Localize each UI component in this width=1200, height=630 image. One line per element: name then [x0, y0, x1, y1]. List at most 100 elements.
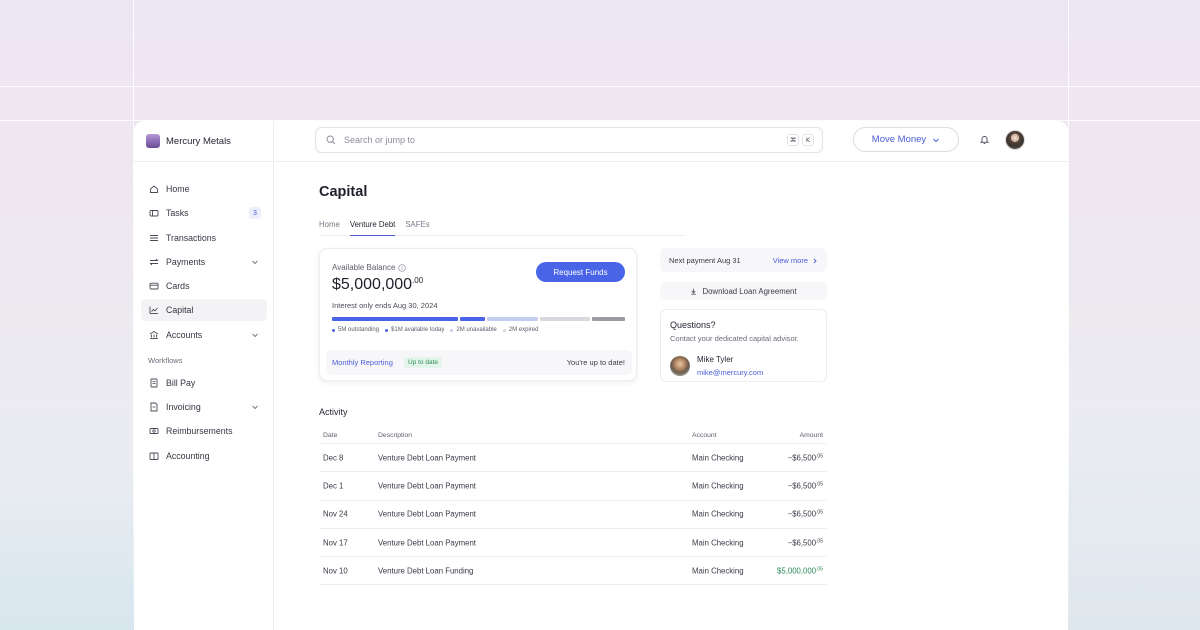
main-content: Capital Home Venture Debt SAFEs Available …	[275, 162, 1068, 630]
table-row[interactable]: Nov 24 Venture Debt Loan Payment Main Chec…	[319, 501, 827, 529]
legend-dot	[502, 328, 506, 332]
progress-segment	[539, 317, 591, 321]
sidebar-item-label: Cards	[166, 281, 190, 292]
move-money-button[interactable]: Move Money	[853, 127, 959, 152]
user-avatar[interactable]	[1005, 130, 1025, 150]
legend-label: $1M available today	[391, 327, 445, 333]
sidebar-item-reimbursements[interactable]: Reimbursements	[141, 420, 267, 442]
sidebar-nav: Home Tasks 3 Transactions Payments Cards Capit…	[141, 178, 267, 469]
topbar: Search or jump to ⌘ K Move Money	[275, 121, 1068, 162]
balance-progress-bar	[332, 317, 625, 321]
k-key: K	[802, 134, 814, 146]
activity-title: Activity	[319, 407, 348, 417]
view-more-link[interactable]: View more	[773, 256, 818, 265]
row-account: Main Checking	[692, 566, 744, 576]
bank-icon	[148, 329, 159, 340]
table-row[interactable]: Nov 17 Venture Debt Loan Payment Main Chec…	[319, 529, 827, 558]
info-icon[interactable]	[398, 263, 407, 272]
tab-venture-debt[interactable]: Venture Debt	[349, 218, 396, 236]
bell-icon[interactable]	[979, 134, 990, 145]
column-header-description[interactable]: Description	[378, 432, 412, 439]
monthly-reporting-link[interactable]: Monthly Reporting	[332, 358, 393, 367]
brand-logo	[146, 134, 160, 148]
legend-dot	[385, 328, 389, 332]
row-amount-cents: .05	[816, 453, 823, 460]
reporting-row: Monthly Reporting Up to date You're up t…	[326, 350, 632, 375]
background-glow	[0, 470, 134, 630]
background-gridline	[0, 86, 1200, 87]
balance-label-text: Available Balance	[332, 263, 396, 272]
sidebar-item-home[interactable]: Home	[141, 178, 267, 200]
sidebar-item-invoicing[interactable]: Invoicing	[141, 396, 267, 418]
next-payment-label: Next payment Aug 31	[669, 256, 741, 265]
sidebar-item-label: Accounts	[166, 329, 203, 340]
sidebar-item-transactions[interactable]: Transactions	[141, 227, 267, 249]
advisor-avatar	[670, 356, 690, 376]
view-more-label: View more	[772, 256, 808, 265]
brand[interactable]: Mercury Metals	[146, 132, 231, 150]
column-header-amount[interactable]: Amount	[800, 432, 823, 439]
row-description: Venture Debt Loan Payment	[378, 481, 476, 491]
download-icon	[691, 288, 697, 295]
row-amount-cents: .05	[816, 538, 823, 545]
status-badge: Up to date	[404, 357, 442, 368]
sidebar-item-label: Capital	[166, 305, 194, 316]
chevron-down-icon[interactable]	[250, 257, 260, 267]
advisor-email-link[interactable]: mike@mercury.com	[697, 368, 763, 377]
card-icon	[148, 281, 159, 292]
search-input[interactable]: Search or jump to ⌘ K	[315, 127, 823, 153]
balance-card: Available Balance $5,000,000.00 Request …	[319, 248, 637, 381]
balance-amount-main: $5,000,000	[332, 276, 413, 293]
advisor-card: Questions? Contact your dedicated capita…	[660, 309, 827, 382]
row-amount-cents: .05	[816, 566, 823, 573]
table-row[interactable]: Dec 1 Venture Debt Loan Payment Main Check…	[319, 472, 827, 501]
reporting-status: You're up to date!	[566, 358, 625, 367]
legend-item: 5M outstanding	[332, 327, 379, 333]
questions-title: Questions?	[670, 320, 716, 330]
progress-segment	[332, 317, 459, 321]
column-header-date[interactable]: Date	[323, 432, 337, 439]
bill-icon	[148, 377, 159, 388]
row-account: Main Checking	[692, 481, 744, 491]
chart-icon	[148, 305, 159, 316]
row-account: Main Checking	[692, 453, 744, 463]
sidebar-item-label: Reimbursements	[166, 426, 233, 437]
column-header-account[interactable]: Account	[692, 432, 717, 439]
table-header: Date Description Account Amount	[319, 428, 827, 444]
legend-item: 2M expired	[502, 327, 538, 333]
chevron-down-icon[interactable]	[250, 402, 260, 412]
chevron-down-icon[interactable]	[250, 330, 260, 340]
book-icon	[148, 450, 159, 461]
sidebar-item-capital[interactable]: Capital	[141, 299, 267, 322]
command-key: ⌘	[787, 134, 799, 146]
shortcut-hint: ⌘ K	[787, 134, 814, 146]
sidebar-item-accounts[interactable]: Accounts	[141, 324, 267, 346]
sidebar-item-label: Tasks	[166, 208, 189, 219]
balance-label: Available Balance	[332, 263, 407, 272]
tab-safes[interactable]: SAFEs	[405, 218, 429, 236]
page-title: Capital	[319, 184, 368, 200]
row-amount-cents: .05	[816, 509, 823, 516]
transfer-icon	[148, 256, 159, 267]
table-row[interactable]: Dec 8 Venture Debt Loan Payment Main Check…	[319, 444, 827, 473]
count-badge: 3	[249, 207, 261, 220]
sidebar-item-payments[interactable]: Payments	[141, 251, 267, 273]
move-money-label: Move Money	[871, 134, 927, 145]
row-amount-main: −$6,500	[787, 481, 817, 491]
interest-note: Interest only ends Aug 30, 2024	[332, 301, 438, 310]
row-amount-main: −$6,500	[787, 453, 817, 463]
row-amount: −$6,500.05	[788, 538, 823, 547]
sidebar-item-accounting[interactable]: Accounting	[141, 445, 267, 467]
sidebar-item-tasks[interactable]: Tasks 3	[141, 202, 267, 224]
tasks-icon	[148, 208, 159, 219]
brand-name: Mercury Metals	[166, 135, 231, 147]
divider	[134, 161, 274, 162]
download-loan-agreement-button[interactable]: Download Loan Agreement	[660, 282, 827, 300]
sidebar-item-bill-pay[interactable]: Bill Pay	[141, 372, 267, 394]
row-amount: −$6,500.05	[788, 453, 823, 462]
request-funds-button[interactable]: Request Funds	[536, 262, 625, 282]
tab-home[interactable]: Home	[319, 218, 340, 236]
legend-item: 2M unavailable	[450, 327, 497, 333]
sidebar-item-cards[interactable]: Cards	[141, 275, 267, 297]
table-row[interactable]: Nov 10 Venture Debt Loan Funding Main Chec…	[319, 557, 827, 586]
